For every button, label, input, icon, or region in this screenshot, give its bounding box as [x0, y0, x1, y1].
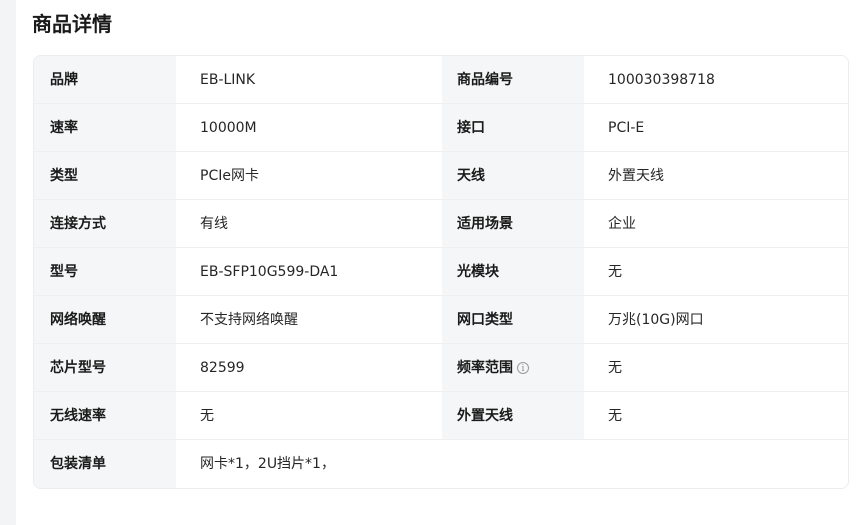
spec-value-wake-on-lan: 不支持网络唤醒 [176, 296, 442, 343]
table-row: 速率 10000M 接口 PCI-E [34, 104, 848, 152]
table-row: 型号 EB-SFP10G599-DA1 光模块 无 [34, 248, 848, 296]
spec-value-frequency-range: 无 [584, 344, 848, 391]
spec-value-brand: EB-LINK [176, 56, 442, 103]
spec-label-wake-on-lan: 网络唤醒 [34, 296, 176, 343]
spec-label-frequency-range-text: 频率范围 [457, 359, 513, 376]
spec-table: 品牌 EB-LINK 商品编号 100030398718 速率 10000M 接… [33, 55, 849, 489]
spec-value-package: 网卡*1，2U挡片*1， [176, 440, 848, 488]
info-circle-icon[interactable] [517, 359, 529, 379]
spec-value-chip-model: 82599 [176, 344, 442, 391]
spec-label-interface: 接口 [442, 104, 584, 151]
spec-value-scenario: 企业 [584, 200, 848, 247]
table-row: 品牌 EB-LINK 商品编号 100030398718 [34, 56, 848, 104]
spec-label-package: 包装清单 [34, 440, 176, 488]
spec-label-optical-module: 光模块 [442, 248, 584, 295]
spec-value-wireless-rate: 无 [176, 392, 442, 439]
spec-value-optical-module: 无 [584, 248, 848, 295]
spec-value-external-antenna: 无 [584, 392, 848, 439]
page-title: 商品详情 [32, 12, 112, 36]
spec-value-antenna: 外置天线 [584, 152, 848, 199]
table-row: 包装清单 网卡*1，2U挡片*1， [34, 440, 848, 488]
spec-value-product-id: 100030398718 [584, 56, 848, 103]
spec-label-external-antenna: 外置天线 [442, 392, 584, 439]
spec-value-interface: PCI-E [584, 104, 848, 151]
spec-label-speed: 速率 [34, 104, 176, 151]
spec-label-model: 型号 [34, 248, 176, 295]
spec-value-model: EB-SFP10G599-DA1 [176, 248, 442, 295]
table-row: 连接方式 有线 适用场景 企业 [34, 200, 848, 248]
spec-label-scenario: 适用场景 [442, 200, 584, 247]
spec-label-antenna: 天线 [442, 152, 584, 199]
spec-value-connection: 有线 [176, 200, 442, 247]
spec-label-product-id: 商品编号 [442, 56, 584, 103]
table-row: 网络唤醒 不支持网络唤醒 网口类型 万兆(10G)网口 [34, 296, 848, 344]
table-row: 芯片型号 82599 频率范围 无 [34, 344, 848, 392]
left-gutter [0, 0, 16, 525]
spec-label-chip-model: 芯片型号 [34, 344, 176, 391]
spec-label-type: 类型 [34, 152, 176, 199]
spec-label-wireless-rate: 无线速率 [34, 392, 176, 439]
spec-value-speed: 10000M [176, 104, 442, 151]
spec-label-connection: 连接方式 [34, 200, 176, 247]
table-row: 无线速率 无 外置天线 无 [34, 392, 848, 440]
spec-value-type: PCIe网卡 [176, 152, 442, 199]
spec-label-frequency-range: 频率范围 [442, 344, 584, 391]
spec-label-port-type: 网口类型 [442, 296, 584, 343]
spec-label-brand: 品牌 [34, 56, 176, 103]
table-row: 类型 PCIe网卡 天线 外置天线 [34, 152, 848, 200]
spec-value-port-type: 万兆(10G)网口 [584, 296, 848, 343]
